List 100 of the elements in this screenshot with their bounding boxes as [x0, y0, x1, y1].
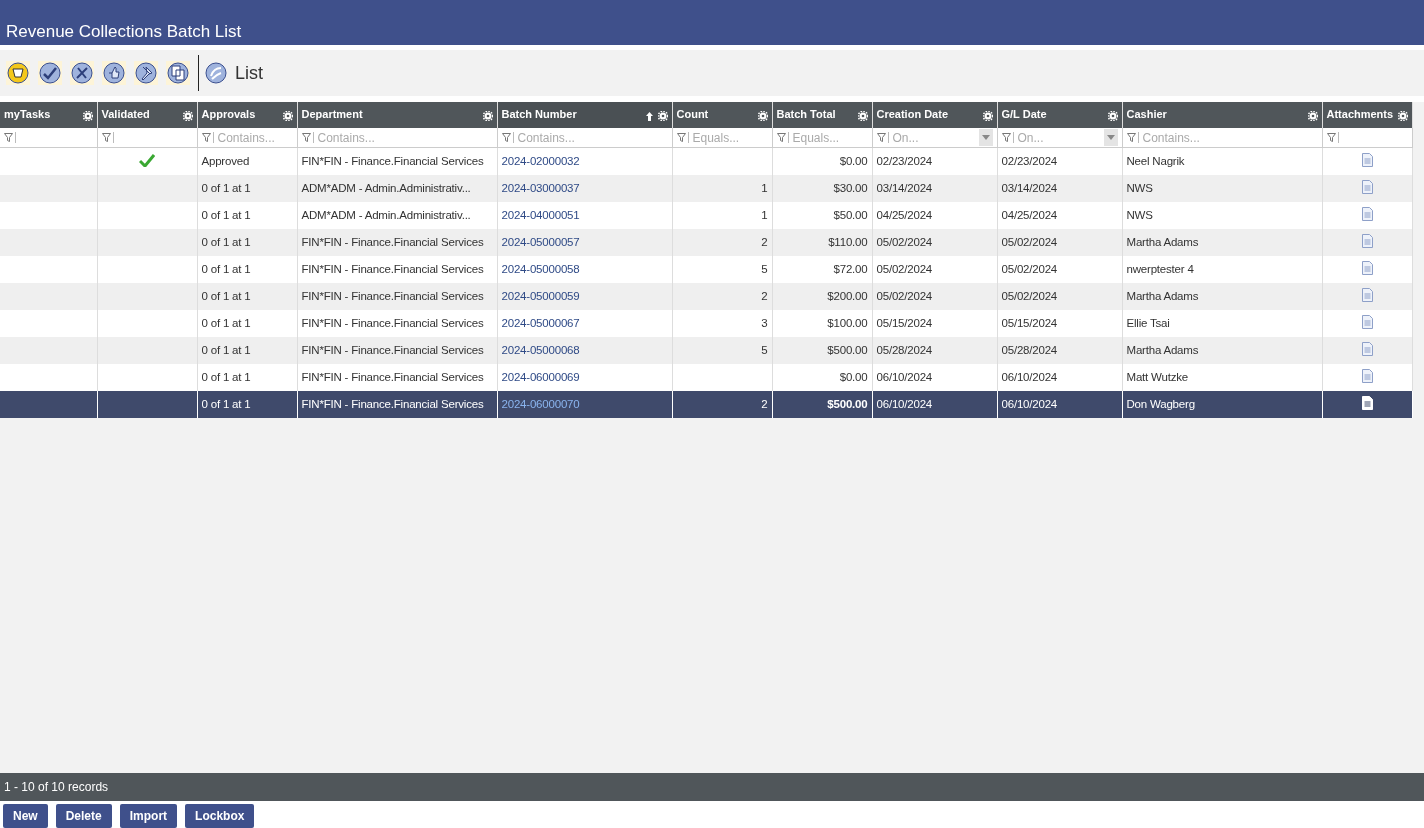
filter-field[interactable] [0, 128, 97, 148]
table-cell: $30.00 [833, 182, 868, 194]
table-row[interactable]: 0 of 1 at 1 FIN*FIN - Finance.Financial Services 2024-05000059 2 $200.00 05/02/2024 05/02/2024 Martha Adams [0, 282, 1412, 310]
filter-icon[interactable] [101, 133, 111, 142]
batch-number-link[interactable]: 2024-06000070 [501, 398, 580, 410]
filter-icon[interactable] [1326, 133, 1336, 142]
table-row[interactable]: Approved FIN*FIN - Finance.Financial Services 2024-02000032 $0.00 02/23/2024 02/23/2024 Neel Nagrik [0, 147, 1412, 175]
filter-input[interactable]: On... [1015, 130, 1102, 145]
column-header[interactable]: Validated [97, 102, 197, 128]
column-header[interactable]: Department [297, 102, 497, 128]
table-row[interactable]: 0 of 1 at 1 FIN*FIN - Finance.Financial Services 2024-05000057 2 $110.00 05/02/2024 05/02/2024 Martha Adams [0, 228, 1412, 256]
table-cell: 0 of 1 at 1 [201, 290, 251, 302]
table-row[interactable]: 0 of 1 at 1 ADM*ADM - Admin.Administrativ... 2024-04000051 1 $50.00 04/25/2024 04/25/2024 NWS [0, 201, 1412, 229]
action-button[interactable]: Delete [55, 804, 112, 828]
settings-icon[interactable] [982, 111, 993, 121]
column-header[interactable]: Attachments [1322, 102, 1412, 128]
table-cell: 0 of 1 at 1 [201, 398, 251, 410]
settings-icon[interactable] [282, 111, 293, 121]
filter-icon[interactable] [201, 133, 211, 142]
filter-input[interactable]: Contains... [315, 130, 493, 145]
table-row[interactable]: 0 of 1 at 1 FIN*FIN - Finance.Financial Services 2024-06000070 2 $500.00 06/10/2024 06/10/2024 Don Wagberg [0, 390, 1412, 418]
filter-icon[interactable] [1001, 133, 1011, 142]
list-view-icon[interactable] [205, 62, 227, 84]
filter-input[interactable]: On... [890, 130, 977, 145]
filter-icon[interactable] [1126, 133, 1136, 142]
filter-field[interactable]: On... [997, 128, 1122, 148]
column-header[interactable]: Approvals [197, 102, 297, 128]
table-row[interactable]: 0 of 1 at 1 FIN*FIN - Finance.Financial Services 2024-05000067 3 $100.00 05/15/2024 05/15/2024 Ellie Tsai [0, 309, 1412, 337]
filter-field[interactable]: On... [872, 128, 997, 148]
table-row[interactable]: 0 of 1 at 1 FIN*FIN - Finance.Financial Services 2024-05000068 5 $500.00 05/28/2024 05/28/2024 Martha Adams [0, 336, 1412, 364]
action-button[interactable]: New [3, 804, 48, 828]
table-cell: 04/25/2024 [1001, 209, 1058, 221]
filter-input[interactable]: Contains... [215, 130, 293, 145]
settings-icon[interactable] [1307, 111, 1318, 121]
settings-icon[interactable] [1107, 111, 1118, 121]
column-header[interactable]: Batch Number [497, 102, 672, 128]
filter-field[interactable]: Contains... [297, 128, 497, 148]
filter-icon[interactable] [776, 133, 786, 142]
filter-input[interactable]: Equals... [790, 130, 868, 145]
table-cell: 05/02/2024 [1001, 290, 1058, 302]
filter-input[interactable]: Equals... [690, 130, 768, 145]
table-cell: ADM*ADM - Admin.Administrativ... [301, 209, 471, 221]
filter-input[interactable]: Contains... [515, 130, 668, 145]
table-row[interactable]: 0 of 1 at 1 ADM*ADM - Admin.Administrativ... 2024-03000037 1 $30.00 03/14/2024 03/14/2024 NWS [0, 174, 1412, 202]
toolbar-check-icon[interactable] [38, 61, 62, 85]
table-row[interactable]: 0 of 1 at 1 FIN*FIN - Finance.Financial Services 2024-05000058 5 $72.00 05/02/2024 05/02/2024 nwerptester 4 [0, 255, 1412, 283]
filter-field[interactable]: Equals... [772, 128, 872, 148]
batch-number-link[interactable]: 2024-05000067 [501, 317, 580, 329]
column-header[interactable]: Cashier [1122, 102, 1322, 128]
batch-number-link[interactable]: 2024-04000051 [501, 209, 580, 221]
table-cell: 03/14/2024 [1001, 182, 1058, 194]
filter-icon[interactable] [876, 133, 886, 142]
filter-icon[interactable] [501, 133, 511, 142]
toolbar-documents-icon[interactable] [166, 61, 190, 85]
table-cell: Ellie Tsai [1126, 317, 1170, 329]
filter-field[interactable]: Contains... [197, 128, 297, 148]
batch-number-link[interactable]: 2024-06000069 [501, 371, 580, 383]
batch-number-link[interactable]: 2024-05000057 [501, 236, 580, 248]
batch-number-link[interactable]: 2024-05000059 [501, 290, 580, 302]
batch-number-link[interactable]: 2024-05000068 [501, 344, 580, 356]
settings-icon[interactable] [82, 111, 93, 121]
filter-field[interactable]: Contains... [1122, 128, 1322, 148]
settings-icon[interactable] [657, 111, 668, 121]
batch-number-link[interactable]: 2024-05000058 [501, 263, 580, 275]
settings-icon[interactable] [1397, 111, 1408, 121]
filter-icon[interactable] [301, 133, 311, 142]
filter-field[interactable]: Contains... [497, 128, 672, 148]
column-header[interactable]: myTasks [0, 102, 97, 128]
filter-icon[interactable] [4, 133, 13, 142]
settings-icon[interactable] [482, 111, 493, 121]
filter-icon[interactable] [676, 133, 686, 142]
filter-input[interactable]: Contains... [1140, 130, 1318, 145]
table-cell: 06/10/2024 [876, 371, 933, 383]
batch-number-link[interactable]: 2024-03000037 [501, 182, 580, 194]
dropdown-button[interactable] [978, 129, 993, 146]
action-button[interactable]: Import [119, 804, 178, 828]
column-header[interactable]: Count [672, 102, 772, 128]
settings-icon[interactable] [182, 111, 193, 121]
batch-number-link[interactable]: 2024-02000032 [501, 155, 580, 168]
column-header[interactable]: G/L Date [997, 102, 1122, 128]
table-cell: 2 [761, 290, 768, 302]
filter-field[interactable]: Equals... [672, 128, 772, 148]
filter-field[interactable] [97, 128, 197, 148]
table-cell: 0 of 1 at 1 [201, 263, 251, 275]
dropdown-button[interactable] [1103, 129, 1118, 146]
table-row[interactable]: 0 of 1 at 1 FIN*FIN - Finance.Financial Services 2024-06000069 $0.00 06/10/2024 06/10/2024 Matt Wutzke [0, 363, 1412, 391]
table-cell: 03/14/2024 [876, 182, 933, 194]
table-cell: NWS [1126, 209, 1153, 221]
action-button[interactable]: Lockbox [185, 804, 255, 828]
settings-icon[interactable] [857, 111, 868, 121]
column-header[interactable]: Batch Total [772, 102, 872, 128]
table-cell: Martha Adams [1126, 290, 1199, 302]
column-header[interactable]: Creation Date [872, 102, 997, 128]
filter-field[interactable] [1322, 128, 1412, 148]
table-cell: 0 of 1 at 1 [201, 236, 251, 248]
toolbar-thumbs-up-icon[interactable] [102, 61, 126, 85]
table-cell: 04/25/2024 [876, 209, 933, 221]
toolbar-list-icon[interactable] [6, 61, 30, 85]
settings-icon[interactable] [757, 111, 768, 121]
table-cell: 02/23/2024 [1001, 155, 1058, 168]
